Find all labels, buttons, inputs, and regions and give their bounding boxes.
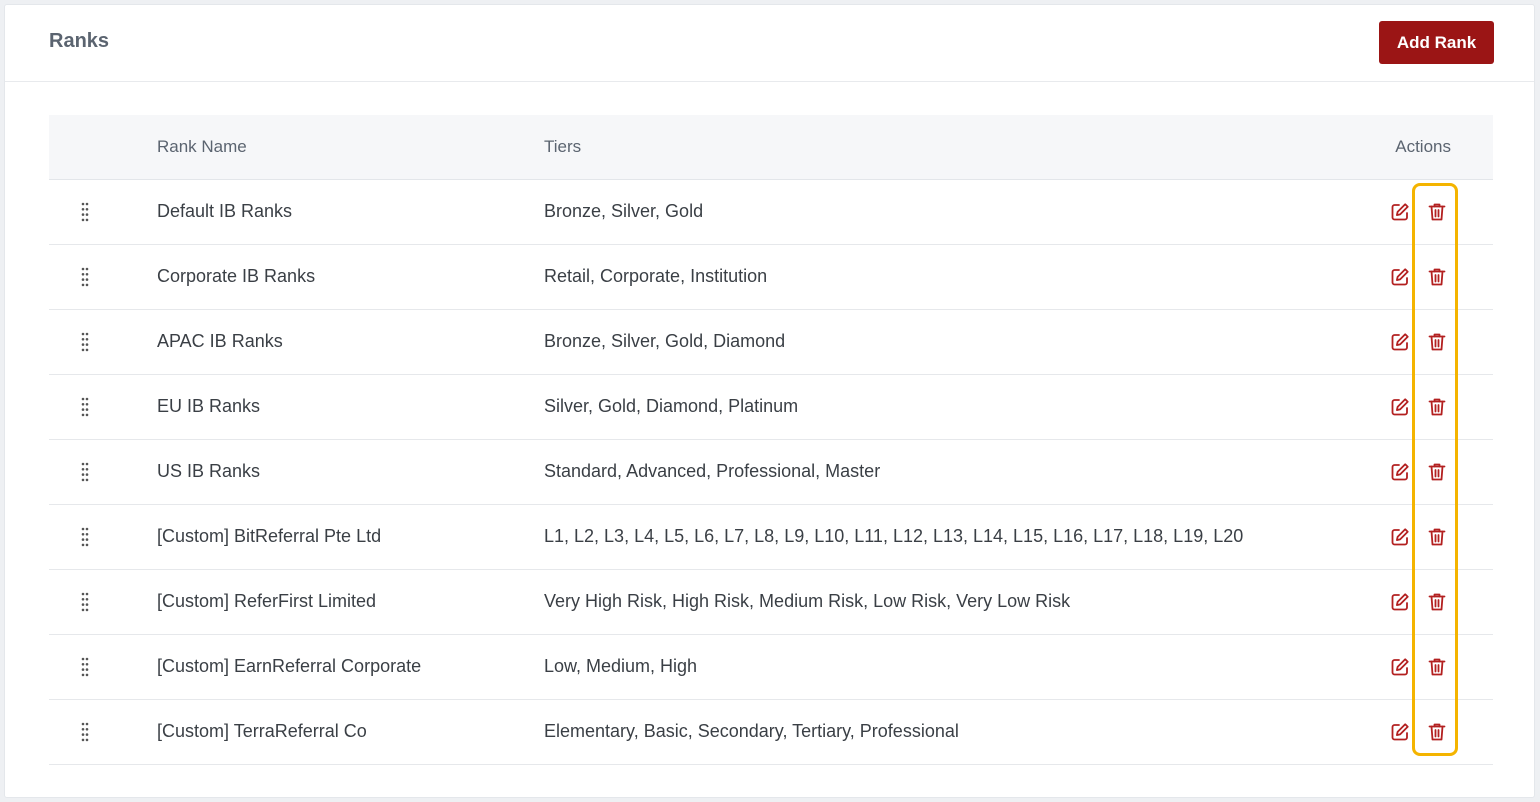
delete-button[interactable] <box>1426 396 1448 418</box>
trash-icon <box>1426 461 1448 483</box>
edit-icon <box>1389 201 1411 223</box>
column-header-rank-name: Rank Name <box>157 137 247 156</box>
card-header: Ranks Add Rank <box>5 5 1534 82</box>
table-body: Default IB Ranks Bronze, Silver, Gold Corp… <box>49 180 1493 765</box>
table-row: [Custom] BitReferral Pte Ltd L1, L2, L3, … <box>49 505 1493 570</box>
delete-button[interactable] <box>1426 461 1448 483</box>
edit-button[interactable] <box>1389 396 1411 418</box>
rank-name-cell: [Custom] TerraReferral Co <box>157 721 367 741</box>
rank-name-cell: [Custom] ReferFirst Limited <box>157 591 377 611</box>
table-row: [Custom] TerraReferral Co Elementary, Bas… <box>49 700 1493 765</box>
column-header-actions: Actions <box>1395 137 1451 156</box>
table-row: [Custom] ReferFirst Limited Very High Ris… <box>49 570 1493 635</box>
tiers-cell: Bronze, Silver, Gold, Diamond <box>544 331 786 351</box>
delete-button[interactable] <box>1426 526 1448 548</box>
trash-icon <box>1426 396 1448 418</box>
edit-button[interactable] <box>1389 526 1411 548</box>
table-row: Corporate IB Ranks Retail, Corporate, Ins… <box>49 245 1493 310</box>
edit-button[interactable] <box>1389 591 1411 613</box>
tiers-cell: Silver, Gold, Diamond, Platinum <box>544 396 799 416</box>
rank-name-cell: [Custom] EarnReferral Corporate <box>157 656 422 676</box>
tiers-cell: Retail, Corporate, Institution <box>544 266 768 286</box>
edit-icon <box>1389 396 1411 418</box>
edit-icon <box>1389 526 1411 548</box>
tiers-cell: Bronze, Silver, Gold <box>544 201 704 221</box>
tiers-cell: Elementary, Basic, Secondary, Tertiary, … <box>544 721 959 741</box>
delete-button[interactable] <box>1426 591 1448 613</box>
edit-button[interactable] <box>1389 461 1411 483</box>
edit-icon <box>1389 591 1411 613</box>
drag-handle-icon[interactable] <box>81 267 89 287</box>
edit-button[interactable] <box>1389 331 1411 353</box>
rank-name-cell: EU IB Ranks <box>157 396 261 416</box>
ranks-card: Ranks Add Rank Rank Name Tiers Actions D… <box>4 4 1535 798</box>
rank-name-cell: US IB Ranks <box>157 461 261 481</box>
edit-button[interactable] <box>1389 266 1411 288</box>
rank-name-cell: Default IB Ranks <box>157 201 293 221</box>
drag-handle-icon[interactable] <box>81 592 89 612</box>
trash-icon <box>1426 656 1448 678</box>
edit-button[interactable] <box>1389 721 1411 743</box>
edit-button[interactable] <box>1389 656 1411 678</box>
tiers-cell: Low, Medium, High <box>544 656 698 676</box>
table-row: Default IB Ranks Bronze, Silver, Gold <box>49 180 1493 245</box>
trash-icon <box>1426 591 1448 613</box>
drag-handle-icon[interactable] <box>81 397 89 417</box>
trash-icon <box>1426 201 1448 223</box>
column-header-tiers: Tiers <box>544 137 582 156</box>
edit-icon <box>1389 266 1411 288</box>
delete-button[interactable] <box>1426 721 1448 743</box>
delete-button[interactable] <box>1426 331 1448 353</box>
drag-handle-icon[interactable] <box>81 202 89 222</box>
rank-name-cell: [Custom] BitReferral Pte Ltd <box>157 526 382 546</box>
delete-button[interactable] <box>1426 266 1448 288</box>
rank-name-cell: Corporate IB Ranks <box>157 266 316 286</box>
rank-name-cell: APAC IB Ranks <box>157 331 283 351</box>
table-row: EU IB Ranks Silver, Gold, Diamond, Platin… <box>49 375 1493 440</box>
tiers-cell: L1, L2, L3, L4, L5, L6, L7, L8, L9, L10,… <box>544 526 1244 546</box>
trash-icon <box>1426 331 1448 353</box>
trash-icon <box>1426 721 1448 743</box>
drag-handle-icon[interactable] <box>81 527 89 547</box>
table-row: APAC IB Ranks Bronze, Silver, Gold, Diamo… <box>49 310 1493 375</box>
drag-handle-icon[interactable] <box>81 332 89 352</box>
drag-handle-icon[interactable] <box>81 657 89 677</box>
table-row: [Custom] EarnReferral Corporate Low, Medi… <box>49 635 1493 700</box>
trash-icon <box>1426 266 1448 288</box>
drag-handle-icon[interactable] <box>81 462 89 482</box>
edit-icon <box>1389 721 1411 743</box>
delete-button[interactable] <box>1426 201 1448 223</box>
tiers-cell: Very High Risk, High Risk, Medium Risk, … <box>544 591 1071 611</box>
page-title: Ranks <box>49 30 110 52</box>
edit-button[interactable] <box>1389 201 1411 223</box>
trash-icon <box>1426 526 1448 548</box>
table-row: US IB Ranks Standard, Advanced, Professio… <box>49 440 1493 505</box>
edit-icon <box>1389 331 1411 353</box>
edit-icon <box>1389 656 1411 678</box>
edit-icon <box>1389 461 1411 483</box>
table-header: Rank Name Tiers Actions <box>49 115 1493 180</box>
tiers-cell: Standard, Advanced, Professional, Master <box>544 461 881 481</box>
add-rank-button[interactable]: Add Rank <box>1379 21 1494 64</box>
drag-handle-icon[interactable] <box>81 722 89 742</box>
delete-button[interactable] <box>1426 656 1448 678</box>
ranks-table: Rank Name Tiers Actions Default IB Ranks… <box>49 115 1493 765</box>
